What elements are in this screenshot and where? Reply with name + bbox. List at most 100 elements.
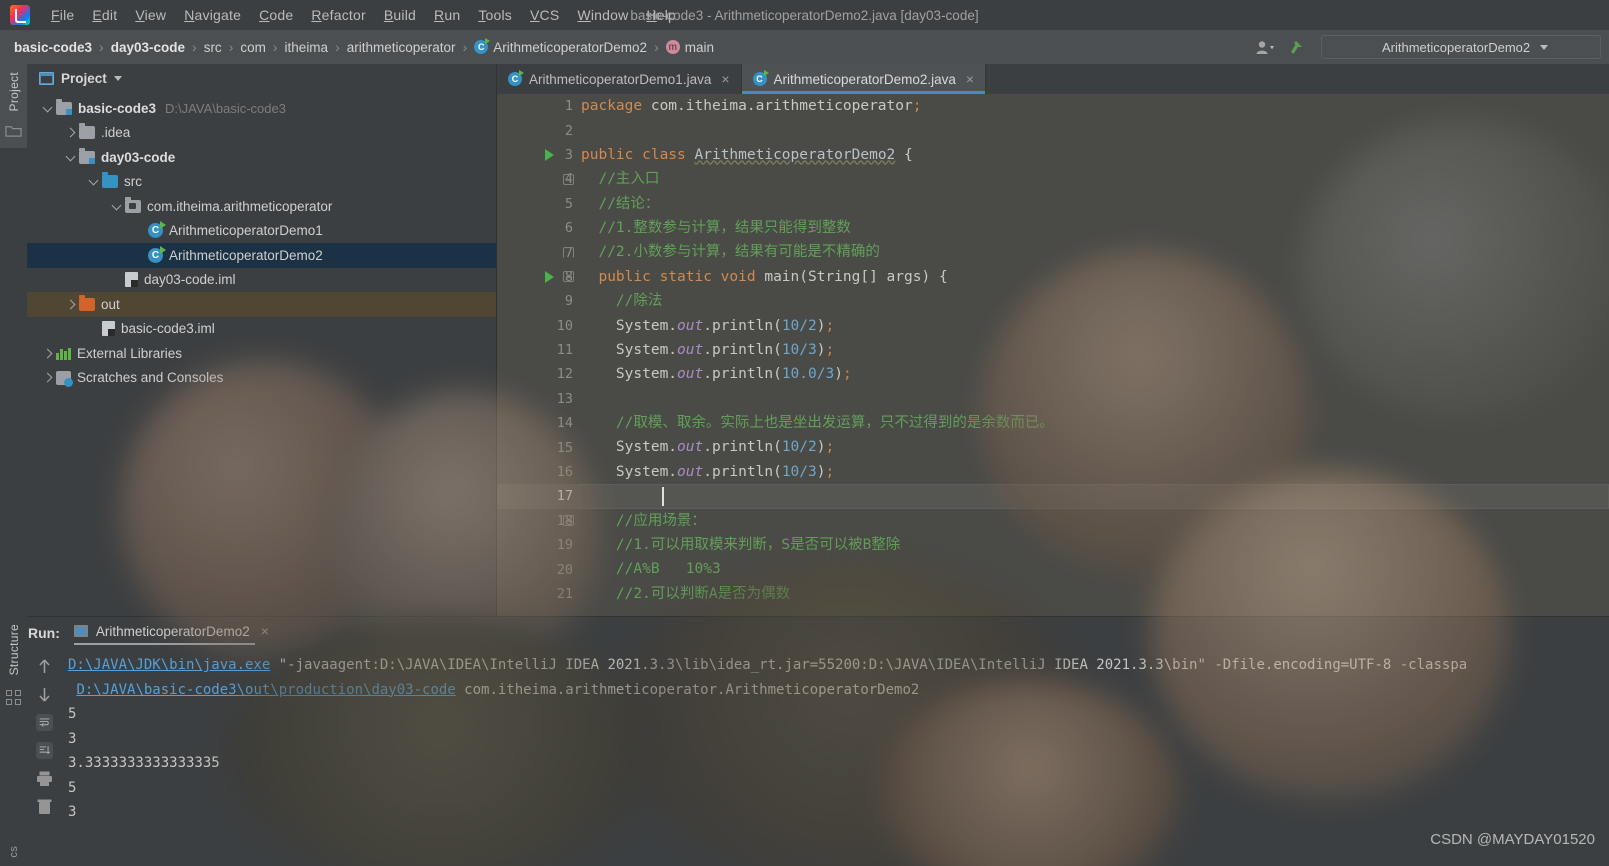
gutter-line-4[interactable]: 4 (497, 167, 579, 191)
menu-item-vcs[interactable]: VCS (521, 3, 568, 27)
breadcrumb-item-arithmeticoperator[interactable]: arithmeticoperator (347, 40, 456, 55)
chevron-right-icon[interactable] (64, 298, 77, 311)
gutter-line-15[interactable]: 15 (497, 435, 579, 459)
chevron-right-icon[interactable] (41, 371, 54, 384)
tree-node-arithmeticoperatordemo2[interactable]: ArithmeticoperatorDemo2 (27, 243, 496, 268)
menu-item-view[interactable]: View (126, 3, 175, 27)
code-line-16[interactable]: System.out.println(10/3); (579, 460, 1609, 484)
chevron-down-icon[interactable] (110, 200, 123, 213)
code-line-13[interactable] (579, 387, 1609, 411)
editor-tab-close-icon[interactable]: × (721, 71, 729, 87)
gutter-line-18[interactable]: 18 (497, 509, 579, 533)
gutter-line-9[interactable]: 9 (497, 289, 579, 313)
run-tab-close-icon[interactable]: × (261, 623, 269, 639)
menu-item-file[interactable]: File (42, 3, 83, 27)
tree-node-day03-code-iml[interactable]: day03-code.iml (27, 268, 496, 293)
gutter-line-12[interactable]: 12 (497, 362, 579, 386)
gutter-line-17[interactable]: 17 (497, 484, 579, 509)
clear-all-icon[interactable] (36, 798, 53, 815)
code-line-10[interactable]: System.out.println(10/2); (579, 314, 1609, 338)
code-line-12[interactable]: System.out.println(10.0/3); (579, 362, 1609, 386)
menu-item-navigate[interactable]: Navigate (175, 3, 250, 27)
gutter-line-8[interactable]: 8 (497, 265, 579, 289)
gutter-line-5[interactable]: 5 (497, 192, 579, 216)
run-gutter-icon[interactable] (545, 270, 554, 283)
fold-marker-icon[interactable] (563, 271, 574, 283)
menu-item-window[interactable]: Window (568, 3, 637, 27)
code-line-6[interactable]: //1.整数参与计算，结果只能得到整数 (579, 216, 1609, 240)
breadcrumb-item-day03-code[interactable]: day03-code (111, 40, 185, 55)
gutter-line-20[interactable]: 20 (497, 557, 579, 581)
menu-item-build[interactable]: Build (375, 3, 425, 27)
soft-wrap-icon[interactable] (35, 714, 53, 731)
breadcrumb-item-itheima[interactable]: itheima (285, 40, 329, 55)
scroll-to-end-icon[interactable] (35, 742, 53, 759)
run-gutter-icon[interactable] (545, 148, 554, 161)
code-line-21[interactable]: //2.可以判断A是否为偶数 (579, 582, 1609, 606)
fold-marker-icon[interactable] (563, 173, 574, 185)
code-line-4[interactable]: //主入口 (579, 167, 1609, 191)
scroll-down-icon[interactable] (36, 686, 53, 703)
gutter-line-7[interactable]: 7 (497, 240, 579, 264)
menu-item-code[interactable]: Code (250, 3, 302, 27)
gutter-line-13[interactable]: 13 (497, 387, 579, 411)
project-options-chevron-icon[interactable] (113, 75, 122, 81)
gutter-line-2[interactable]: 2 (497, 118, 579, 142)
code-line-9[interactable]: //除法 (579, 289, 1609, 313)
console-link[interactable]: D:\JAVA\JDK\bin\java.exe (68, 657, 270, 673)
editor-tab-2[interactable]: ArithmeticoperatorDemo2.java × (741, 64, 987, 94)
breadcrumb-item-arithmeticoperatordemo2[interactable]: ArithmeticoperatorDemo2 (474, 38, 647, 55)
menu-item-tools[interactable]: Tools (469, 3, 521, 27)
tree-node-arithmeticoperatordemo1[interactable]: ArithmeticoperatorDemo1 (27, 219, 496, 244)
editor-tab-1[interactable]: ArithmeticoperatorDemo1.java × (497, 64, 742, 94)
tree-node-src[interactable]: src (27, 170, 496, 195)
gutter-line-1[interactable]: 1 (497, 94, 579, 118)
breadcrumb-item-basic-code3[interactable]: basic-code3 (14, 40, 92, 55)
editor-code-area[interactable]: package com.itheima.arithmeticoperator; … (579, 94, 1609, 616)
gutter-line-16[interactable]: 16 (497, 460, 579, 484)
code-editor[interactable]: 1 2 3 4 5 6 7 8 9 10 11 12 13 14 15 16 17 18 19 20 21 packag… (497, 94, 1609, 616)
run-configuration-selector[interactable]: ArithmeticoperatorDemo2 (1321, 35, 1601, 59)
code-line-2[interactable] (579, 118, 1609, 142)
tree-node-out[interactable]: out (27, 292, 496, 317)
chevron-right-icon[interactable] (64, 126, 77, 139)
scroll-up-icon[interactable] (36, 658, 53, 675)
tree-node-basic-code3[interactable]: basic-code3 D:\JAVA\basic-code3 (27, 96, 496, 121)
chevron-down-icon[interactable] (41, 102, 54, 115)
gutter-line-14[interactable]: 14 (497, 411, 579, 435)
project-tool-button[interactable]: Project (0, 64, 27, 149)
green-arrow-icon[interactable] (1287, 36, 1309, 58)
tree-node-scratches-and-consoles[interactable]: Scratches and Consoles (27, 366, 496, 391)
menu-item-refactor[interactable]: Refactor (302, 3, 375, 27)
chevron-right-icon[interactable] (41, 347, 54, 360)
run-console-output[interactable]: D:\JAVA\JDK\bin\java.exe "-javaagent:D:\… (60, 649, 1609, 866)
fold-marker-icon[interactable] (563, 247, 574, 259)
menu-item-edit[interactable]: Edit (83, 3, 126, 27)
editor-tab-close-icon[interactable]: × (966, 71, 974, 87)
gutter-line-10[interactable]: 10 (497, 314, 579, 338)
code-line-1[interactable]: package com.itheima.arithmeticoperator; (579, 94, 1609, 118)
gutter-line-11[interactable]: 11 (497, 338, 579, 362)
code-line-5[interactable]: //结论： (579, 192, 1609, 216)
fold-marker-icon[interactable] (563, 515, 574, 527)
menu-item-help[interactable]: Help (637, 3, 685, 27)
tree-node-day03-code[interactable]: day03-code (27, 145, 496, 170)
code-line-15[interactable]: System.out.println(10/2); (579, 435, 1609, 459)
code-line-11[interactable]: System.out.println(10/3); (579, 338, 1609, 362)
menu-item-run[interactable]: Run (425, 3, 469, 27)
gutter-line-19[interactable]: 19 (497, 533, 579, 557)
code-line-14[interactable]: //取模、取余。实际上也是坐出发运算，只不过得到的是余数而已。 (579, 411, 1609, 435)
code-line-3[interactable]: public class ArithmeticoperatorDemo2 { (579, 143, 1609, 167)
code-line-17[interactable] (579, 484, 1609, 509)
tree-node--idea[interactable]: .idea (27, 121, 496, 146)
print-icon[interactable] (36, 770, 53, 787)
run-tab[interactable]: ArithmeticoperatorDemo2 × (73, 623, 269, 645)
console-link[interactable]: D:\JAVA\basic-code3\out\production\day03… (76, 682, 455, 698)
bottom-partial-tab-label[interactable]: cs (4, 838, 24, 866)
project-tree[interactable]: basic-code3 D:\JAVA\basic-code3 .idea day03… (27, 92, 496, 616)
breadcrumb-item-com[interactable]: com (240, 40, 266, 55)
breadcrumb-item-main[interactable]: main (665, 40, 714, 55)
gutter-line-3[interactable]: 3 (497, 143, 579, 167)
tree-node-com-itheima-arithmeticoperator[interactable]: com.itheima.arithmeticoperator (27, 194, 496, 219)
structure-tab-label[interactable]: Structure (3, 616, 25, 683)
